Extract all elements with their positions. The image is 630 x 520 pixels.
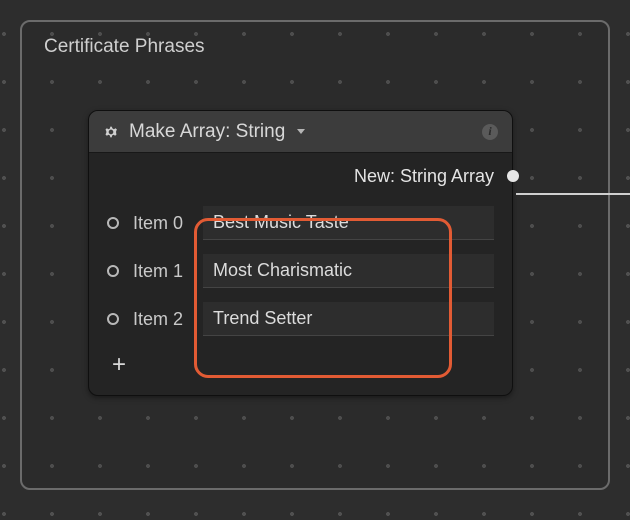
item-row: Item 2	[107, 295, 494, 343]
info-icon[interactable]: i	[482, 124, 498, 140]
item-value-input[interactable]	[203, 254, 494, 288]
make-array-node[interactable]: Make Array: String i New: String Array I…	[88, 110, 513, 396]
output-row: New: String Array	[107, 153, 494, 199]
panel-title: Certificate Phrases	[44, 36, 205, 58]
input-port[interactable]	[107, 217, 119, 229]
item-label: Item 1	[133, 261, 203, 282]
node-title: Make Array: String	[129, 121, 285, 143]
item-row: Item 0	[107, 199, 494, 247]
item-row: Item 1	[107, 247, 494, 295]
input-port[interactable]	[107, 313, 119, 325]
item-value-input[interactable]	[203, 302, 494, 336]
node-header[interactable]: Make Array: String i	[89, 111, 512, 153]
chevron-down-icon[interactable]	[297, 129, 305, 134]
gear-icon[interactable]	[103, 124, 119, 140]
output-label: New: String Array	[354, 166, 494, 187]
add-item-button[interactable]: +	[107, 353, 131, 377]
output-port[interactable]	[507, 170, 519, 182]
item-label: Item 0	[133, 213, 203, 234]
item-label: Item 2	[133, 309, 203, 330]
node-body: New: String Array Item 0 Item 1 Item 2 +	[89, 153, 512, 395]
items-list: Item 0 Item 1 Item 2	[107, 199, 494, 343]
connection-wire	[516, 193, 630, 195]
input-port[interactable]	[107, 265, 119, 277]
item-value-input[interactable]	[203, 206, 494, 240]
